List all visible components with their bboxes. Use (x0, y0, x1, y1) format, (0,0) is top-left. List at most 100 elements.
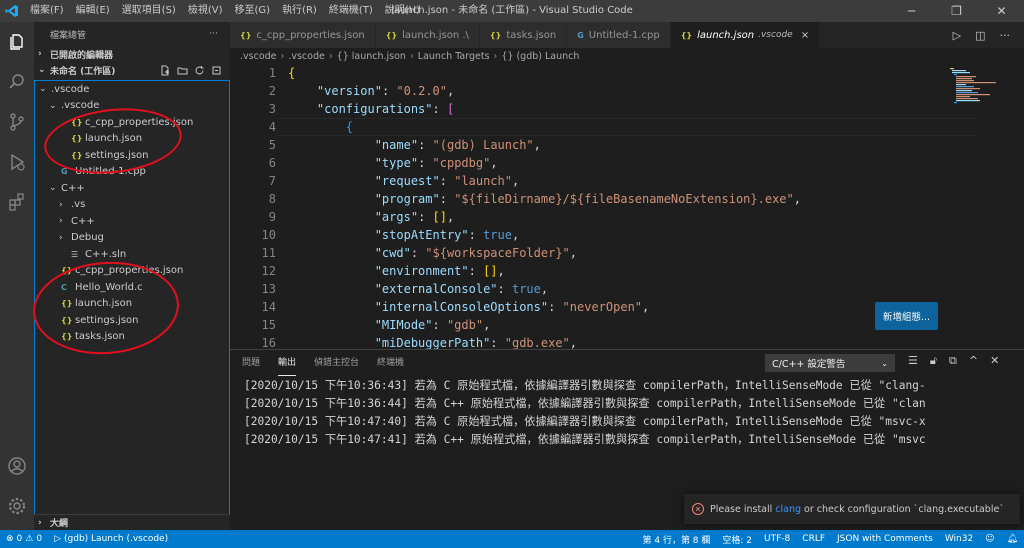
breadcrumb-item[interactable]: {} launch.json (337, 51, 406, 62)
chevron-down-icon: ⌄ (49, 183, 57, 194)
line-number: 7 (268, 174, 276, 188)
menu-item[interactable]: 終端機(T) (323, 0, 379, 22)
code-token: "environment" (374, 264, 469, 278)
menu-item[interactable]: 檔案(F) (24, 0, 70, 22)
tab-json[interactable]: {} tasks.json (479, 22, 568, 48)
code-token: "stopAtEntry" (374, 228, 469, 242)
tree-item[interactable]: ⌄ .vscode (35, 81, 229, 98)
code-token: , (540, 282, 549, 296)
menu-item[interactable]: 移至(G) (229, 0, 277, 22)
indentation[interactable]: 空格: 2 (716, 533, 758, 546)
code-token: : (418, 156, 433, 170)
tab-json[interactable]: {} launch.json .vscode × (670, 22, 821, 48)
new-file-icon[interactable] (160, 65, 171, 76)
code-token: : (490, 336, 505, 349)
code-token: "internalConsoleOptions" (374, 300, 549, 314)
code-token: "launch" (454, 174, 512, 188)
tree-item[interactable]: › .vs (35, 197, 229, 214)
tree-item[interactable]: ☰ C++.sln (35, 246, 229, 263)
notifications-bell-icon[interactable]: 🔔︎ (1001, 534, 1024, 544)
menu-item[interactable]: 說明(H) (379, 0, 426, 22)
split-editor-icon[interactable]: ◫ (975, 29, 985, 42)
more-actions-icon[interactable]: ··· (1000, 29, 1011, 42)
code-token: , (511, 228, 520, 242)
add-configuration-button[interactable]: 新增組態... (875, 302, 939, 330)
workspace-section[interactable]: ⌄ 未命名 (工作區) (34, 62, 230, 78)
feedback-icon[interactable]: ☺ (979, 534, 1000, 544)
code-token: "args" (374, 210, 419, 224)
panel-tab[interactable]: 偵錯主控台 (314, 350, 359, 376)
tree-item[interactable]: › C++ (35, 213, 229, 230)
notification-link[interactable]: clang (775, 504, 801, 515)
run-debug-icon[interactable] (0, 142, 34, 182)
maximize-panel-icon[interactable]: ^ (969, 354, 978, 368)
tab-cpp[interactable]: G Untitled-1.cpp (567, 22, 671, 48)
run-icon[interactable]: ▷ (953, 29, 961, 42)
panel-tab[interactable]: 輸出 (278, 350, 297, 376)
manage-gear-icon[interactable] (0, 486, 34, 526)
minimize-button[interactable]: ─ (889, 0, 934, 22)
close-window-button[interactable]: ✕ (979, 0, 1024, 22)
platform[interactable]: Win32 (939, 534, 979, 544)
panel-tab[interactable]: 終端機 (377, 350, 404, 376)
menu-bar: 檔案(F) 編輯(E) 選取項目(S) 檢視(V) 移至(G) 執行(R) 終端機(T) 說明… (24, 0, 426, 22)
menu-item[interactable]: 選取項目(S) (116, 0, 182, 22)
new-folder-icon[interactable] (177, 65, 188, 76)
more-actions-icon[interactable]: ··· (209, 29, 218, 39)
minimap[interactable] (950, 68, 1010, 108)
menu-item[interactable]: 檢視(V) (182, 0, 229, 22)
breadcrumb-separator-icon: › (328, 50, 333, 62)
code-content[interactable]: { "version": "0.2.0", "configurations": … (288, 64, 801, 349)
lock-scroll-icon[interactable]: 🔓︎ (930, 354, 937, 368)
tab-json[interactable]: {} launch.json .\ (375, 22, 480, 48)
editor-scrollbar[interactable] (1010, 64, 1024, 349)
source-control-icon[interactable] (0, 102, 34, 142)
line-number: 16 (261, 336, 276, 349)
open-editors-section[interactable]: › 已開啟的編輯器 (34, 46, 230, 62)
breadcrumb-item[interactable]: Launch Targets (418, 51, 490, 62)
tree-item-label: C++.sln (85, 248, 127, 260)
refresh-icon[interactable] (194, 65, 205, 76)
breadcrumb-item[interactable]: .vscode (240, 51, 277, 62)
search-icon[interactable] (0, 62, 34, 102)
line-number: 13 (261, 282, 276, 296)
account-icon[interactable] (0, 446, 34, 486)
open-editor-icon[interactable]: ⧉ (949, 354, 957, 368)
collapse-all-icon[interactable] (211, 65, 222, 76)
menu-item[interactable]: 編輯(E) (70, 0, 116, 22)
language-mode[interactable]: JSON with Comments (831, 534, 939, 544)
tree-item[interactable]: › Debug (35, 230, 229, 247)
sidebar-title: 檔案總管 (50, 30, 87, 41)
explorer-icon[interactable] (0, 22, 34, 62)
code-token: , (793, 192, 801, 206)
output-log[interactable]: [2020/10/15 下午10:36:43] 若為 C 原始程式檔，依據編譯器… (244, 377, 926, 449)
code-token: : (468, 228, 484, 242)
panel-tabs: 問題 輸出 偵錯主控台 終端機 (230, 350, 1024, 376)
panel-tab[interactable]: 問題 (242, 350, 260, 376)
outline-section[interactable]: › 大綱 (34, 514, 230, 530)
breadcrumb-item[interactable]: {} (gdb) Launch (501, 51, 579, 62)
menu-item[interactable]: 執行(R) (276, 0, 323, 22)
code-token: "(gdb) Launch" (432, 138, 534, 152)
encoding[interactable]: UTF-8 (758, 534, 796, 544)
sidebar-header: 檔案總管 ··· (34, 22, 230, 46)
maximize-button[interactable]: ❐ (934, 0, 979, 22)
extensions-icon[interactable] (0, 182, 34, 222)
line-ending[interactable]: CRLF (796, 534, 831, 544)
status-right: 第 4 行，第 8 欄 空格: 2 UTF-8 CRLF JSON with C… (637, 533, 1024, 546)
output-channel-select[interactable]: C/C++ 設定警告 ⌄ (765, 354, 895, 372)
problems-status[interactable]: ⊗ 0 ⚠︎ 0 (0, 534, 48, 544)
tab-json[interactable]: {} c_cpp_properties.json (230, 22, 376, 48)
cursor-position[interactable]: 第 4 行，第 8 欄 (637, 533, 717, 546)
close-tab-icon[interactable]: × (801, 30, 809, 41)
tree-item[interactable]: ⌄ C++ (35, 180, 229, 197)
debug-config-status[interactable]: ▷ (gdb) Launch (.vscode) (48, 534, 174, 544)
close-panel-icon[interactable]: ✕ (990, 354, 999, 368)
clear-output-icon[interactable]: ☰ (908, 354, 918, 368)
breadcrumb-item[interactable]: .vscode (288, 51, 325, 62)
code-editor[interactable]: 1 2 3 4 5 6 7 8 9 10 11 12 13 14 15 16 { "version": "0.… (230, 64, 1024, 349)
chevron-right-icon: › (38, 517, 42, 528)
